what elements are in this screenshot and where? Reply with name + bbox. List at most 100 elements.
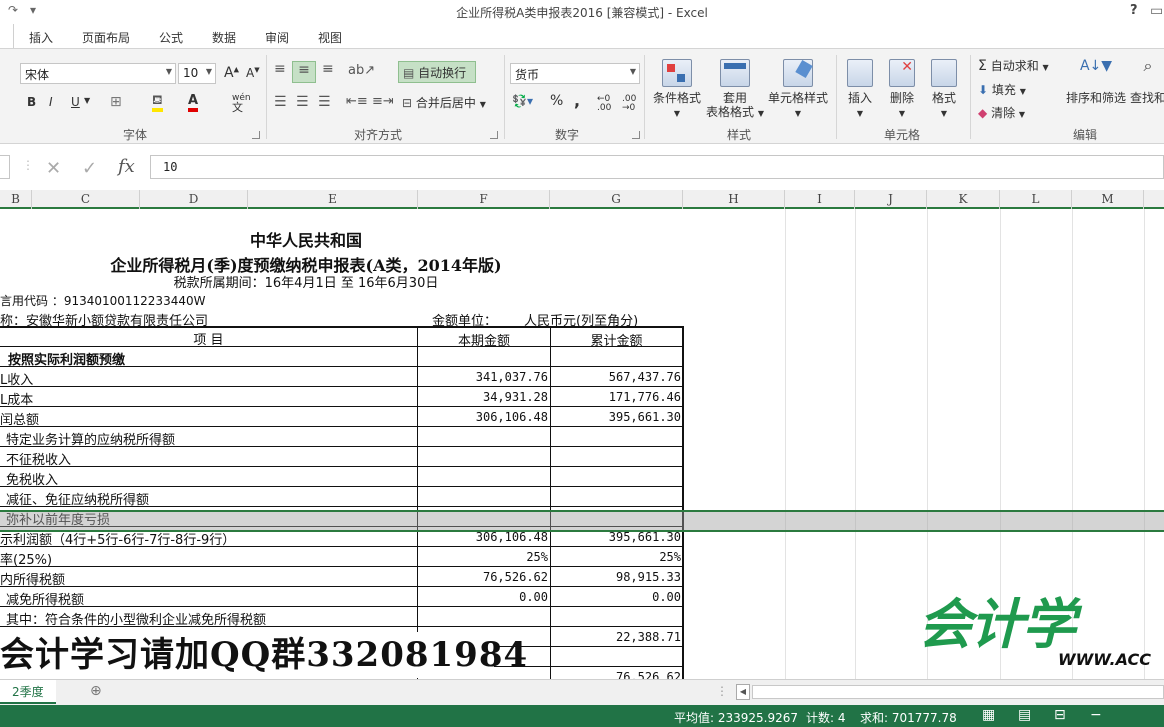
- autosum-button[interactable]: Σ 自动求和 ▼: [978, 57, 1049, 74]
- delete-cells-label: 删除: [889, 91, 914, 105]
- comma-style-button[interactable]: ,: [574, 91, 580, 110]
- header-item: 项 目: [193, 333, 224, 348]
- font-dialog-launcher-icon[interactable]: [252, 131, 260, 139]
- cells-group-label: 单元格: [883, 128, 920, 142]
- ribbon: 宋体 ▼ 10 ▼ A▲ A▼ B I U ▼ ⊞ ⛾ A wén 文 字体 ≡ ≡ …: [0, 48, 1164, 144]
- name-box[interactable]: [0, 155, 10, 179]
- wrap-text-label: 自动换行: [418, 66, 467, 80]
- column-header-h[interactable]: H: [683, 190, 785, 209]
- horizontal-scrollbar[interactable]: [752, 685, 1164, 699]
- tab-formulas[interactable]: 公式: [159, 29, 183, 46]
- italic-button[interactable]: I: [49, 95, 53, 109]
- table-row-line: [0, 426, 684, 427]
- accounting-format-icon[interactable]: 💱▾: [512, 94, 533, 108]
- help-button[interactable]: ?: [1130, 3, 1138, 18]
- font-name-combo[interactable]: 宋体 ▼: [20, 63, 176, 84]
- tax-id: 言用代码 ：91340100112233440W: [0, 294, 206, 308]
- normal-view-icon[interactable]: ▦: [982, 707, 995, 723]
- sort-filter-icon: A↓▼: [1079, 58, 1113, 74]
- column-header-m[interactable]: M: [1072, 190, 1144, 209]
- number-format-combo[interactable]: 货币 ▼: [510, 63, 640, 84]
- chevron-down-icon: ▼: [1019, 87, 1026, 96]
- align-right-icon[interactable]: ☰: [318, 94, 331, 110]
- format-cells-button[interactable]: 格式 ▼: [926, 59, 962, 121]
- align-top-icon[interactable]: ≡: [274, 61, 286, 77]
- align-bottom-icon[interactable]: ≡: [322, 61, 334, 77]
- form-title-country: 中华人民共和国: [249, 231, 362, 250]
- find-select-button[interactable]: ⌕ 查找和: [1128, 58, 1164, 106]
- column-header-c[interactable]: C: [32, 190, 140, 209]
- wrap-text-button[interactable]: ▤ 自动换行: [398, 61, 476, 83]
- align-center-icon[interactable]: ☰: [296, 94, 309, 110]
- table-row-line: [0, 406, 684, 407]
- column-header-l[interactable]: L: [1000, 190, 1072, 209]
- column-header-e[interactable]: E: [248, 190, 418, 209]
- tab-page-layout[interactable]: 页面布局: [82, 29, 130, 46]
- tab-insert[interactable]: 插入: [29, 29, 53, 46]
- tab-data[interactable]: 数据: [212, 29, 236, 46]
- increase-indent-icon[interactable]: ≡⇥: [372, 94, 394, 109]
- chevron-down-icon: ▼: [673, 109, 681, 118]
- column-header-d[interactable]: D: [140, 190, 248, 209]
- sheet-tab-q2[interactable]: 2季度: [0, 680, 56, 704]
- cancel-icon[interactable]: ✕: [46, 158, 61, 182]
- fill-color-button[interactable]: ⛾: [152, 93, 163, 112]
- align-left-icon[interactable]: ☰: [274, 94, 287, 110]
- page-layout-view-icon[interactable]: ▤: [1018, 707, 1031, 723]
- new-sheet-icon[interactable]: ⊕: [90, 683, 102, 699]
- decrease-indent-icon[interactable]: ⇤≡: [346, 94, 368, 109]
- format-cells-icon: [931, 59, 957, 87]
- enter-icon[interactable]: ✓: [82, 158, 97, 182]
- row-cumulative-amount: 98,915.33: [615, 570, 681, 584]
- font-color-button[interactable]: A: [188, 93, 199, 112]
- column-header-g[interactable]: G: [550, 190, 683, 209]
- column-header-k[interactable]: K: [927, 190, 1000, 209]
- increase-decimal-icon[interactable]: ←0.00: [597, 95, 611, 113]
- alignment-dialog-launcher-icon[interactable]: [490, 131, 498, 139]
- orientation-icon[interactable]: ab↗: [348, 63, 375, 78]
- format-as-table-label-2: 表格格式: [706, 105, 755, 119]
- header-current: 本期金额: [457, 334, 510, 349]
- cell-styles-button[interactable]: 单元格样式 ▼: [766, 59, 830, 121]
- font-size-combo[interactable]: 10 ▼: [178, 63, 216, 84]
- format-as-table-button[interactable]: 套用 表格格式 ▼: [704, 59, 766, 121]
- column-header-f[interactable]: F: [418, 190, 550, 209]
- insert-cells-label: 插入: [847, 91, 872, 105]
- chevron-down-icon[interactable]: ▼: [84, 96, 90, 105]
- align-middle-icon[interactable]: ≡: [292, 61, 316, 83]
- phonetic-button[interactable]: wén 文: [232, 93, 251, 114]
- number-dialog-launcher-icon[interactable]: [632, 131, 640, 139]
- tab-view[interactable]: 视图: [318, 29, 342, 46]
- decrease-decimal-icon[interactable]: .00 →0: [622, 95, 636, 113]
- grow-font-button[interactable]: A▲: [224, 65, 239, 81]
- bold-button[interactable]: B: [27, 95, 36, 109]
- sort-filter-label: 排序和筛选: [1065, 91, 1126, 105]
- fill-button[interactable]: ⬇ 填充 ▼: [978, 81, 1026, 98]
- column-header-j[interactable]: J: [855, 190, 927, 209]
- scroll-left-icon[interactable]: ◀: [736, 684, 750, 700]
- zoom-out-icon[interactable]: −: [1090, 707, 1102, 723]
- sort-filter-button[interactable]: A↓▼ 排序和筛选: [1064, 59, 1128, 105]
- status-average: 平均值: 233925.9267: [674, 711, 799, 725]
- clear-button[interactable]: ◆ 清除 ▼: [978, 104, 1025, 121]
- tab-review[interactable]: 审阅: [265, 29, 289, 46]
- font-size-value: 10: [183, 66, 199, 80]
- row-cumulative-amount: 395,661.30: [608, 410, 681, 424]
- ribbon-display-icon[interactable]: ▭: [1150, 3, 1163, 19]
- merge-center-button[interactable]: ⊟ 合并后居中 ▼: [402, 94, 486, 111]
- column-header-i[interactable]: I: [785, 190, 855, 209]
- insert-cells-button[interactable]: 插入 ▼: [842, 59, 878, 121]
- delete-cells-button[interactable]: ✕ 删除 ▼: [884, 59, 920, 121]
- formula-input[interactable]: 10: [150, 155, 1164, 179]
- tab-home[interactable]: [0, 24, 14, 48]
- insert-function-button[interactable]: fx: [118, 156, 135, 180]
- chevron-down-icon: ▼: [940, 109, 948, 118]
- underline-button[interactable]: U: [71, 95, 80, 109]
- shrink-font-button[interactable]: A▼: [246, 66, 260, 80]
- conditional-format-button[interactable]: 条件格式 ▼: [650, 59, 704, 121]
- percent-style-button[interactable]: %: [550, 93, 563, 109]
- borders-icon[interactable]: ⊞: [110, 94, 122, 110]
- page-break-view-icon[interactable]: ⊟: [1054, 707, 1066, 723]
- column-header-b[interactable]: B: [0, 190, 32, 209]
- status-sum: 求和: 701777.78: [860, 711, 957, 725]
